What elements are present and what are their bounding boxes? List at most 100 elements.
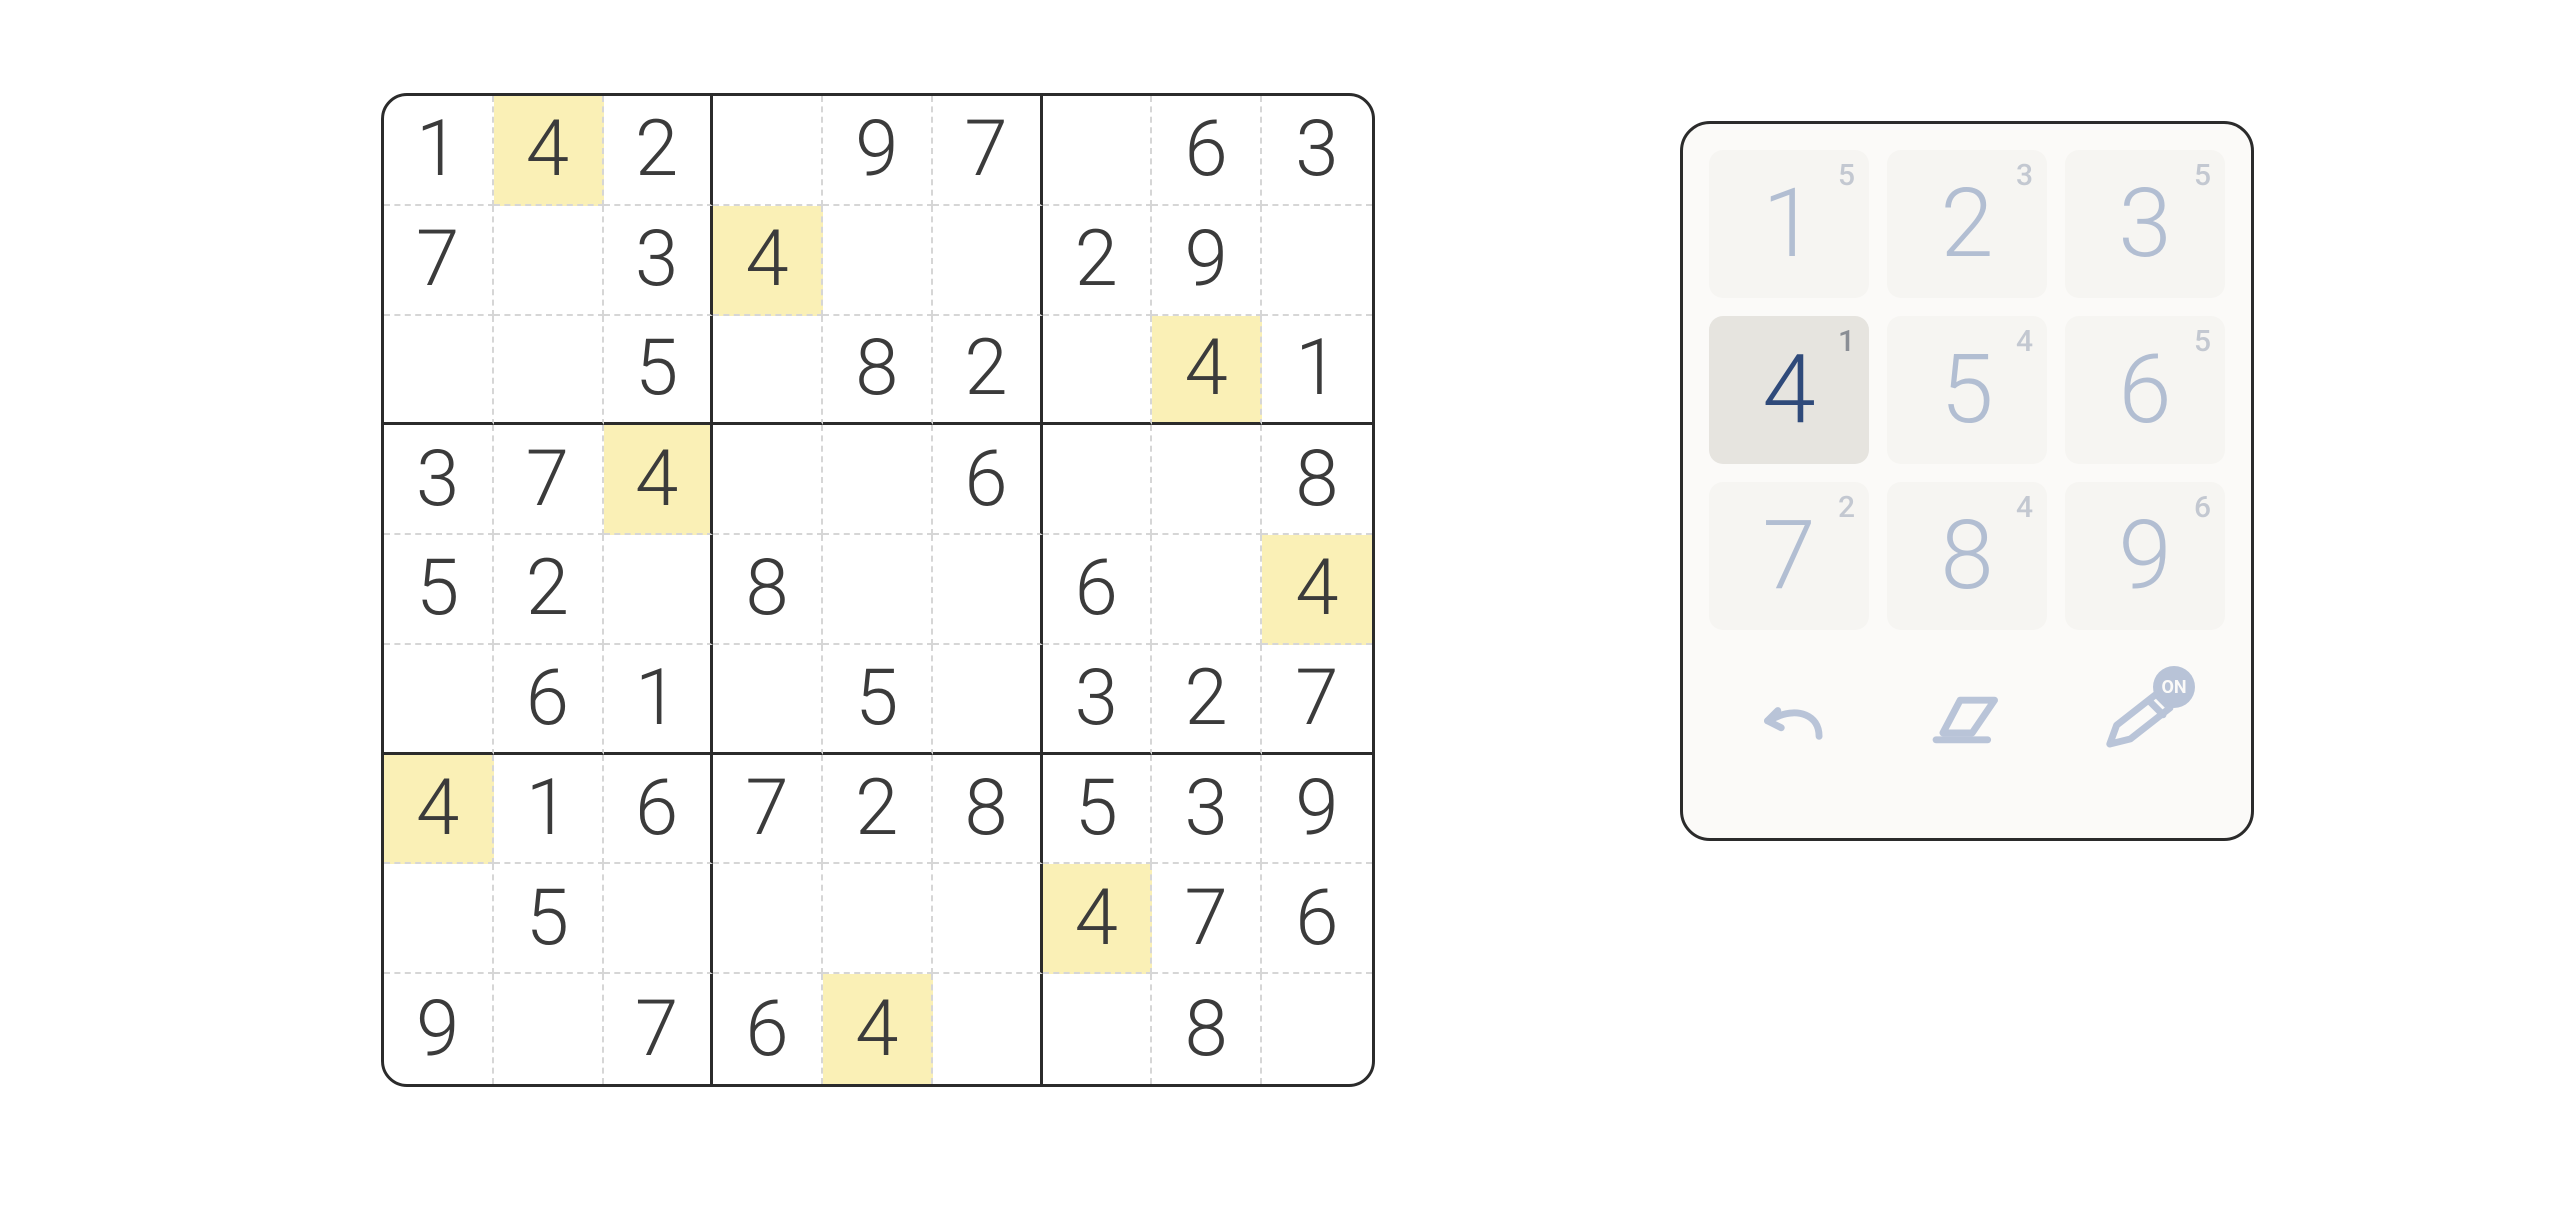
numpad-7[interactable]: 72 [1709,482,1869,630]
cell-r3-c7[interactable] [1043,316,1153,426]
sudoku-board: 1429763734295824137468528646153274167285… [381,93,1375,1087]
numpad-digit: 3 [2118,168,2171,280]
cell-r5-c3[interactable] [604,535,714,645]
cell-r9-c3[interactable]: 7 [604,974,714,1084]
cell-r7-c6[interactable]: 8 [933,755,1043,865]
cell-r4-c8[interactable] [1152,425,1262,535]
cell-r8-c1[interactable] [384,864,494,974]
undo-button[interactable] [1735,670,1855,770]
numpad-remaining: 1 [1838,324,1855,359]
cell-r9-c6[interactable] [933,974,1043,1084]
cell-r6-c2[interactable]: 6 [494,645,604,755]
numpad-3[interactable]: 35 [2065,150,2225,298]
numpad-remaining: 6 [2194,490,2211,525]
cell-r9-c1[interactable]: 9 [384,974,494,1084]
cell-r9-c2[interactable] [494,974,604,1084]
numpad-6[interactable]: 65 [2065,316,2225,464]
cell-r2-c6[interactable] [933,206,1043,316]
cell-r4-c9[interactable]: 8 [1262,425,1372,535]
cell-r7-c3[interactable]: 6 [604,755,714,865]
cell-r4-c6[interactable]: 6 [933,425,1043,535]
numpad-5[interactable]: 54 [1887,316,2047,464]
cell-r8-c5[interactable] [823,864,933,974]
cell-r8-c2[interactable]: 5 [494,864,604,974]
cell-r7-c1[interactable]: 4 [384,755,494,865]
cell-r1-c4[interactable] [713,96,823,206]
cell-r6-c4[interactable] [713,645,823,755]
cell-r8-c4[interactable] [713,864,823,974]
cell-r9-c5[interactable]: 4 [823,974,933,1084]
cell-r5-c5[interactable] [823,535,933,645]
cell-r6-c5[interactable]: 5 [823,645,933,755]
cell-r3-c9[interactable]: 1 [1262,316,1372,426]
cell-r6-c6[interactable] [933,645,1043,755]
cell-r5-c7[interactable]: 6 [1043,535,1153,645]
cell-r7-c7[interactable]: 5 [1043,755,1153,865]
cell-r1-c7[interactable] [1043,96,1153,206]
cell-r5-c9[interactable]: 4 [1262,535,1372,645]
cell-r2-c7[interactable]: 2 [1043,206,1153,316]
pencil-on-badge: ON [2153,666,2195,708]
cell-r2-c5[interactable] [823,206,933,316]
cell-r5-c1[interactable]: 5 [384,535,494,645]
cell-r8-c8[interactable]: 7 [1152,864,1262,974]
cell-r7-c9[interactable]: 9 [1262,755,1372,865]
numpad-digit: 9 [2118,500,2171,612]
cell-r7-c2[interactable]: 1 [494,755,604,865]
cell-r6-c3[interactable]: 1 [604,645,714,755]
cell-r6-c8[interactable]: 2 [1152,645,1262,755]
cell-r7-c4[interactable]: 7 [713,755,823,865]
cell-r8-c6[interactable] [933,864,1043,974]
cell-r5-c4[interactable]: 8 [713,535,823,645]
numpad-8[interactable]: 84 [1887,482,2047,630]
cell-r5-c6[interactable] [933,535,1043,645]
numpad-2[interactable]: 23 [1887,150,2047,298]
cell-r9-c4[interactable]: 6 [713,974,823,1084]
cell-r7-c5[interactable]: 2 [823,755,933,865]
cell-r1-c1[interactable]: 1 [384,96,494,206]
control-panel: 152335415465728496 ON [1680,121,2254,841]
cell-r2-c3[interactable]: 3 [604,206,714,316]
cell-r3-c4[interactable] [713,316,823,426]
cell-r3-c1[interactable] [384,316,494,426]
cell-r7-c8[interactable]: 3 [1152,755,1262,865]
cell-r4-c2[interactable]: 7 [494,425,604,535]
cell-r6-c1[interactable] [384,645,494,755]
cell-r2-c2[interactable] [494,206,604,316]
cell-r9-c7[interactable] [1043,974,1153,1084]
cell-r8-c3[interactable] [604,864,714,974]
numpad-1[interactable]: 15 [1709,150,1869,298]
numpad-4[interactable]: 41 [1709,316,1869,464]
cell-r3-c6[interactable]: 2 [933,316,1043,426]
cell-r9-c9[interactable] [1262,974,1372,1084]
cell-r6-c9[interactable]: 7 [1262,645,1372,755]
cell-r3-c8[interactable]: 4 [1152,316,1262,426]
cell-r3-c2[interactable] [494,316,604,426]
cell-r1-c9[interactable]: 3 [1262,96,1372,206]
cell-r3-c5[interactable]: 8 [823,316,933,426]
cell-r1-c2[interactable]: 4 [494,96,604,206]
cell-r2-c8[interactable]: 9 [1152,206,1262,316]
numpad-9[interactable]: 96 [2065,482,2225,630]
cell-r6-c7[interactable]: 3 [1043,645,1153,755]
cell-r2-c4[interactable]: 4 [713,206,823,316]
cell-r3-c3[interactable]: 5 [604,316,714,426]
cell-r2-c9[interactable] [1262,206,1372,316]
cell-r8-c9[interactable]: 6 [1262,864,1372,974]
cell-r2-c1[interactable]: 7 [384,206,494,316]
cell-r4-c3[interactable]: 4 [604,425,714,535]
cell-r1-c8[interactable]: 6 [1152,96,1262,206]
cell-r5-c8[interactable] [1152,535,1262,645]
cell-r9-c8[interactable]: 8 [1152,974,1262,1084]
cell-r1-c6[interactable]: 7 [933,96,1043,206]
cell-r4-c5[interactable] [823,425,933,535]
cell-r4-c7[interactable] [1043,425,1153,535]
cell-r4-c4[interactable] [713,425,823,535]
pencil-toggle[interactable]: ON [2079,670,2199,770]
cell-r5-c2[interactable]: 2 [494,535,604,645]
cell-r1-c5[interactable]: 9 [823,96,933,206]
cell-r4-c1[interactable]: 3 [384,425,494,535]
erase-button[interactable] [1907,670,2027,770]
cell-r1-c3[interactable]: 2 [604,96,714,206]
cell-r8-c7[interactable]: 4 [1043,864,1153,974]
